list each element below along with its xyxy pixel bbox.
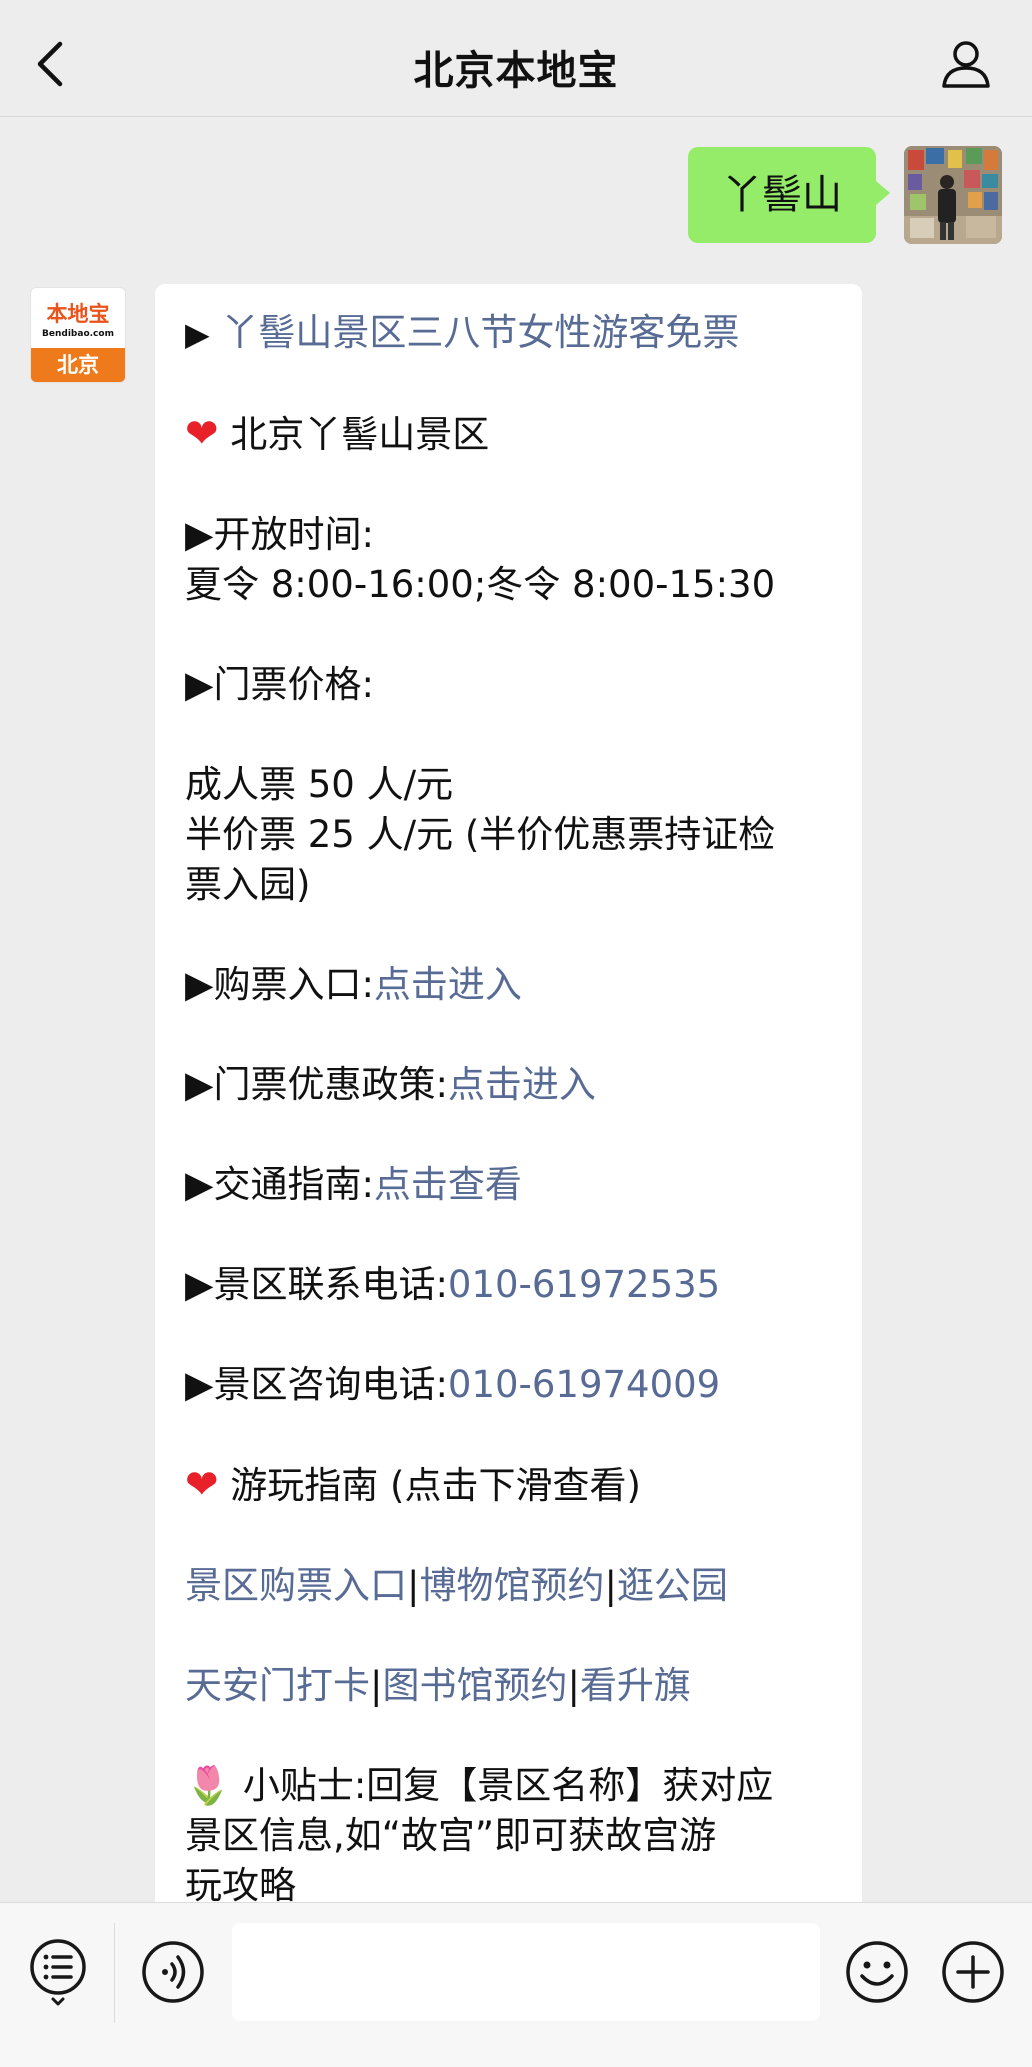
- avatar-logo-text: 本地宝: [46, 301, 110, 326]
- traffic-line: ▶交通指南:点击查看: [185, 1160, 832, 1210]
- menu-button[interactable]: [28, 1937, 88, 2007]
- red-heart-icon: ❤: [185, 411, 219, 457]
- emoji-button[interactable]: [845, 1940, 909, 2004]
- headline-link[interactable]: 丫髻山景区三八节女性游客免票: [221, 311, 739, 354]
- consult-phone-line: ▶景区咨询电话:010-61974009: [185, 1360, 832, 1410]
- bot-avatar[interactable]: 本地宝 Bendibao.com 北京: [30, 287, 126, 383]
- voice-icon: [142, 1941, 204, 2003]
- user-profile-icon: [942, 41, 990, 88]
- input-bar: [0, 1902, 1032, 2067]
- chat-title: 北京本地宝: [413, 48, 619, 94]
- quick-links-row-2: 天安门打卡|图书馆预约|看升旗: [185, 1661, 832, 1711]
- consult-phone-label: ▶景区咨询电话:: [185, 1363, 448, 1406]
- avatar-logo-city: 北京: [31, 348, 125, 382]
- traffic-label: ▶交通指南:: [185, 1163, 374, 1206]
- ticket-price-label: ▶门票价格:: [185, 663, 374, 706]
- ticket-adult: 成人票 50 人/元: [185, 763, 454, 806]
- emoji-icon: [846, 1941, 908, 2003]
- tip-line-2: 景区信息,如“故宫”即可获故宫游: [185, 1814, 717, 1857]
- scenic-heading: 北京丫髻山景区: [230, 413, 490, 456]
- voice-button[interactable]: [141, 1940, 205, 2004]
- discount-line: ▶门票优惠政策:点击进入: [185, 1060, 832, 1110]
- quick-links-row-1: 景区购票入口|博物馆预约|逛公园: [185, 1561, 832, 1611]
- red-heart-icon: ❤: [185, 1462, 219, 1508]
- quick-link-scenic-tickets[interactable]: 景区购票入口: [185, 1564, 407, 1607]
- sent-message-text: 丫髻山: [722, 172, 842, 218]
- menu-list-icon: [30, 1939, 86, 2006]
- contact-phone-link[interactable]: 010-61972535: [448, 1263, 720, 1306]
- guide-heading: 游玩指南 (点击下滑查看): [230, 1464, 641, 1507]
- discount-label: ▶门票优惠政策:: [185, 1063, 448, 1106]
- quick-link-flag-raising[interactable]: 看升旗: [580, 1664, 691, 1707]
- headline-line: ▶ 丫髻山景区三八节女性游客免票: [185, 308, 832, 359]
- input-divider: [114, 1923, 115, 2023]
- link-separator: |: [407, 1564, 420, 1607]
- sent-message-bubble[interactable]: 丫髻山: [688, 147, 890, 243]
- scenic-heading-line: ❤ 北京丫髻山景区: [185, 409, 832, 460]
- user-avatar-photo: [904, 146, 1002, 244]
- user-avatar[interactable]: [904, 146, 1002, 244]
- purchase-line: ▶购票入口:点击进入: [185, 960, 832, 1010]
- message-input[interactable]: [232, 1923, 820, 2021]
- open-time-value: 夏令 8:00-16:00;冬令 8:00-15:30: [185, 563, 776, 606]
- consult-phone-link[interactable]: 010-61974009: [448, 1363, 720, 1406]
- plus-button[interactable]: [941, 1940, 1005, 2004]
- avatar-logo-domain: Bendibao.com: [42, 329, 114, 339]
- link-separator: |: [567, 1664, 580, 1707]
- ticket-half-line1: 半价票 25 人/元 (半价优惠票持证检: [185, 813, 776, 856]
- contact-phone-line: ▶景区联系电话:010-61972535: [185, 1260, 832, 1310]
- plus-icon: [942, 1941, 1004, 2003]
- ticket-half-line2: 票入园): [185, 863, 311, 906]
- traffic-link[interactable]: 点击查看: [374, 1163, 522, 1206]
- link-separator: |: [604, 1564, 617, 1607]
- link-separator: |: [370, 1664, 383, 1707]
- contact-phone-label: ▶景区联系电话:: [185, 1263, 448, 1306]
- open-time-label: ▶开放时间:: [185, 513, 374, 556]
- reply-message-bubble: ▶ 丫髻山景区三八节女性游客免票 ❤ 北京丫髻山景区 ▶开放时间: 夏令 8:0…: [155, 284, 862, 2067]
- chat-screen: 北京本地宝 丫髻山 本地宝 Bendibao.com 北京 ▶ 丫髻山景区三八节…: [0, 0, 1032, 2067]
- quick-link-library-booking[interactable]: 图书馆预约: [382, 1664, 567, 1707]
- purchase-link[interactable]: 点击进入: [374, 963, 522, 1006]
- tip-line-1: 🌷 小贴士:回复【景区名称】获对应: [185, 1764, 774, 1807]
- guide-heading-line: ❤ 游玩指南 (点击下滑查看): [185, 1460, 832, 1511]
- discount-link[interactable]: 点击进入: [448, 1063, 596, 1106]
- headline-marker: ▶: [185, 315, 210, 353]
- chat-header: 北京本地宝: [0, 0, 1032, 117]
- quick-link-tiananmen[interactable]: 天安门打卡: [185, 1664, 370, 1707]
- quick-link-parks[interactable]: 逛公园: [617, 1564, 728, 1607]
- purchase-label: ▶购票入口:: [185, 963, 374, 1006]
- profile-button[interactable]: [938, 36, 994, 92]
- quick-link-museum-booking[interactable]: 博物馆预约: [419, 1564, 604, 1607]
